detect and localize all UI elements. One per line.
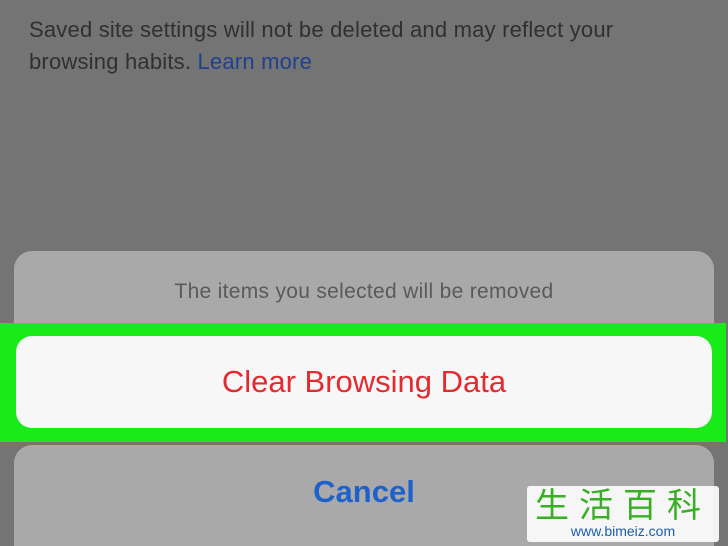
watermark-url: www.bimeiz.com xyxy=(570,523,676,539)
clear-browsing-data-button[interactable]: Clear Browsing Data xyxy=(16,336,712,428)
action-sheet-message: The items you selected will be removed xyxy=(174,280,554,303)
learn-more-link[interactable]: Learn more xyxy=(198,49,313,74)
watermark-logo: 生活百科 www.bimeiz.com xyxy=(527,486,719,542)
saved-settings-notice: Saved site settings will not be deleted … xyxy=(29,14,699,78)
watermark-title: 生活百科 xyxy=(535,486,711,526)
saved-settings-text: Saved site settings will not be deleted … xyxy=(29,17,614,74)
